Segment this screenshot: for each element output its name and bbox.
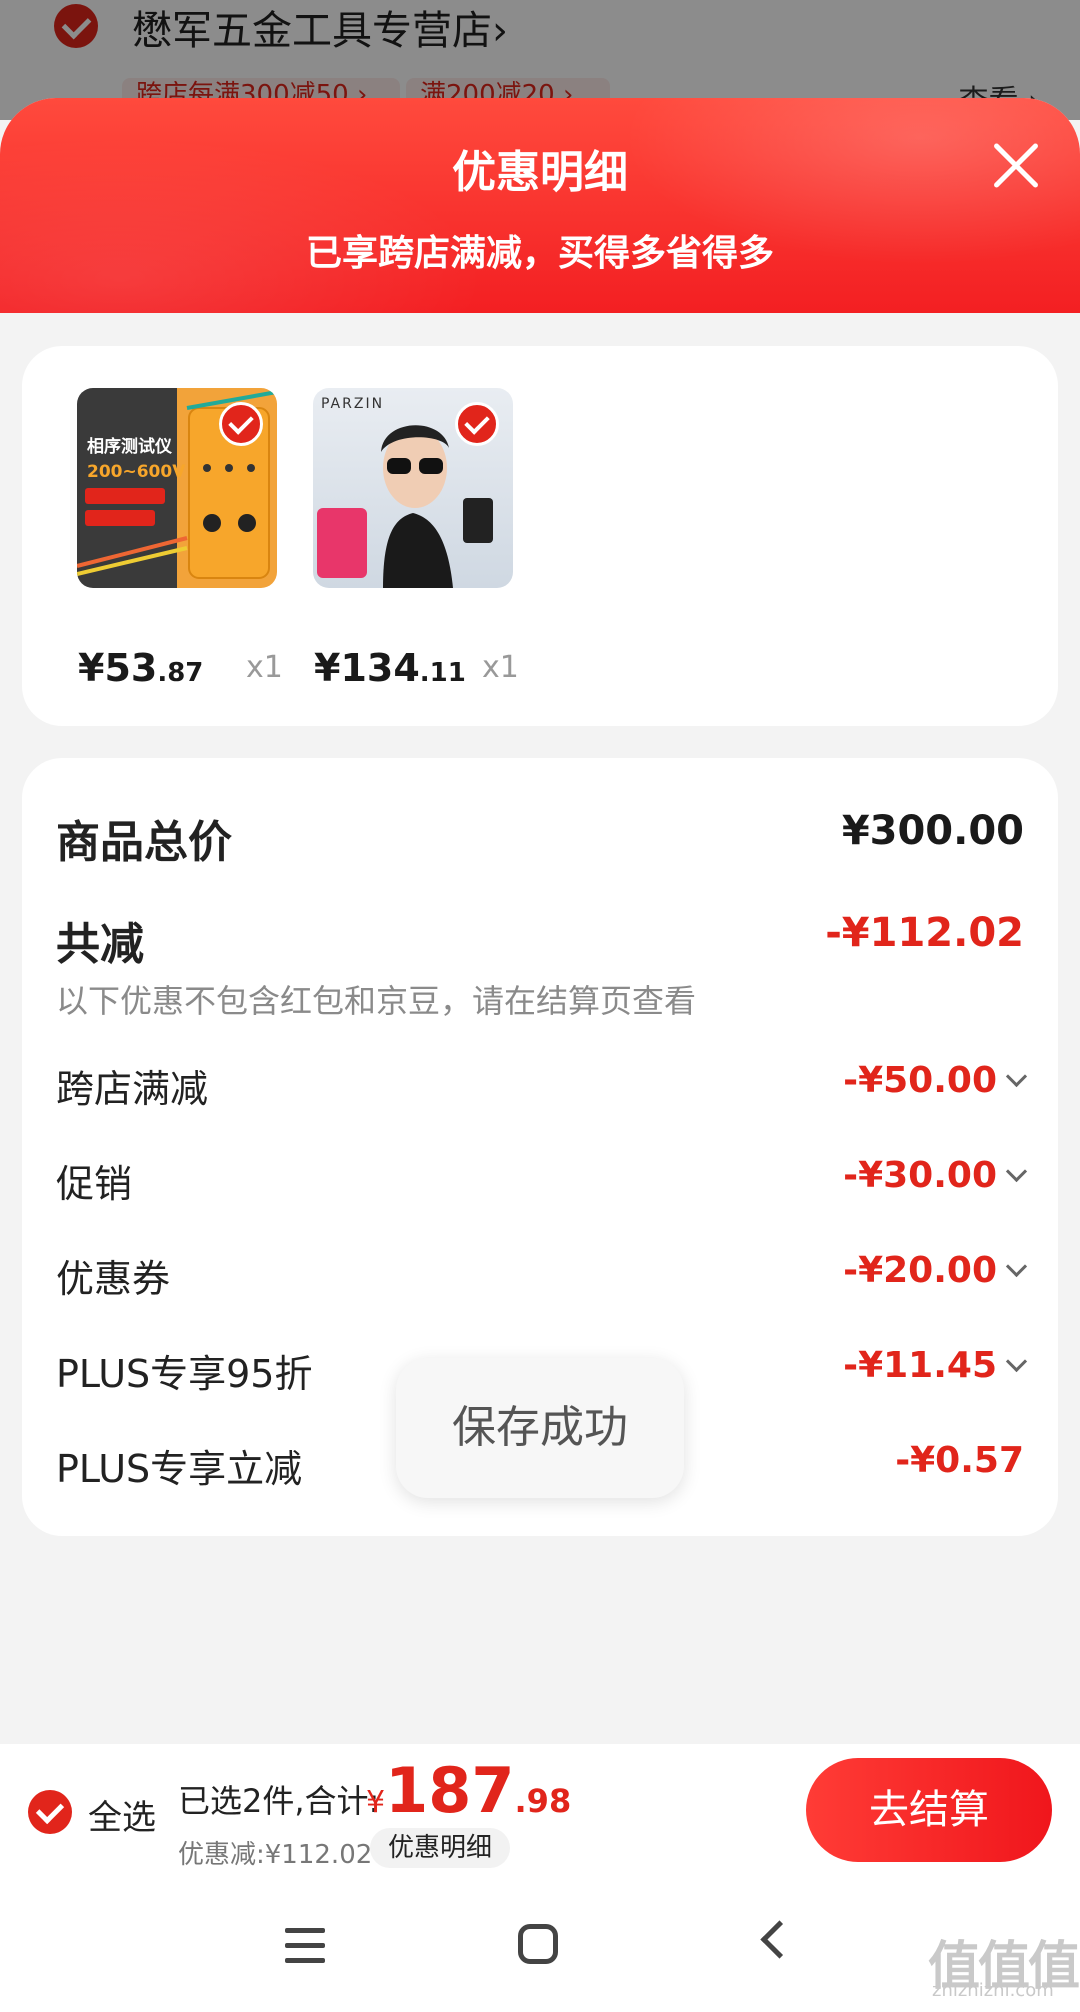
- discount-item-value[interactable]: -¥50.00: [843, 1060, 1028, 1101]
- product-price: ¥134.11: [314, 646, 466, 690]
- products-card: 相序测试仪 200~600V PARZIN ¥53.87 x1 ¥134.11 …: [22, 346, 1058, 726]
- home-icon[interactable]: [518, 1924, 558, 1964]
- product-brand-label: PARZIN: [321, 396, 385, 412]
- select-all-check-icon[interactable]: [28, 1790, 72, 1834]
- back-icon[interactable]: [760, 1920, 799, 1959]
- checkout-bar: 全选 已选2件,合计: ¥187.98 优惠减:¥112.02 优惠明细 去结算: [0, 1744, 1080, 1880]
- reduce-value: -¥112.02: [825, 910, 1024, 956]
- chevron-down-icon: [1005, 1065, 1028, 1088]
- total-label: 商品总价: [56, 817, 232, 868]
- selected-check-icon: [455, 402, 499, 446]
- product-qty: x1: [246, 650, 283, 685]
- discount-note: 以下优惠不包含红包和京豆，请在结算页查看: [56, 982, 697, 1020]
- system-nav-bar: [0, 1880, 1080, 2012]
- discount-detail-button[interactable]: 优惠明细: [370, 1828, 511, 1868]
- product-image[interactable]: PARZIN: [313, 388, 513, 588]
- selected-count-label: 已选2件,合计:: [178, 1782, 380, 1820]
- discount-summary: 优惠减:¥112.02: [178, 1840, 373, 1870]
- product-image[interactable]: 相序测试仪 200~600V: [77, 388, 277, 588]
- discount-item-label: PLUS专享立减: [56, 1447, 303, 1491]
- selected-check-icon: [219, 402, 263, 446]
- discount-detail-sheet: 优惠明细 已享跨店满减，买得多省得多 相序测试仪 200~600V PARZIN…: [0, 98, 1080, 2012]
- chevron-down-icon: [1005, 1350, 1028, 1373]
- discount-item-value[interactable]: -¥30.00: [843, 1155, 1028, 1196]
- select-all-label[interactable]: 全选: [88, 1790, 156, 1839]
- discount-item-label: PLUS专享95折: [56, 1352, 313, 1396]
- watermark-url: zhizhizhi.com: [932, 1980, 1054, 2001]
- total-value: ¥300.00: [841, 808, 1024, 854]
- discount-item-value[interactable]: -¥20.00: [843, 1250, 1028, 1291]
- discount-item-label: 促销: [56, 1162, 133, 1206]
- reduce-label: 共减: [56, 919, 144, 970]
- recent-apps-icon[interactable]: [285, 1928, 325, 1964]
- product-image-range: 200~600V: [87, 462, 186, 482]
- total-amount: ¥187.98: [366, 1754, 572, 1827]
- chevron-down-icon: [1005, 1160, 1028, 1183]
- discount-item-label: 跨店满减: [56, 1067, 209, 1111]
- toast-message: 保存成功: [396, 1358, 684, 1498]
- product-image-label: 相序测试仪: [87, 437, 172, 457]
- product-price: ¥53.87: [78, 646, 204, 690]
- discount-item-value: -¥0.57: [895, 1440, 1024, 1481]
- discount-item-label: 优惠券: [56, 1257, 171, 1301]
- sheet-title: 优惠明细: [452, 147, 628, 198]
- chevron-down-icon: [1005, 1255, 1028, 1278]
- checkout-button[interactable]: 去结算: [806, 1758, 1052, 1862]
- discount-item-value[interactable]: -¥11.45: [843, 1345, 1028, 1386]
- sheet-subtitle: 已享跨店满减，买得多省得多: [305, 233, 774, 274]
- sheet-header: 优惠明细 已享跨店满减，买得多省得多: [0, 98, 1080, 313]
- close-icon[interactable]: [988, 138, 1044, 194]
- product-qty: x1: [482, 650, 519, 685]
